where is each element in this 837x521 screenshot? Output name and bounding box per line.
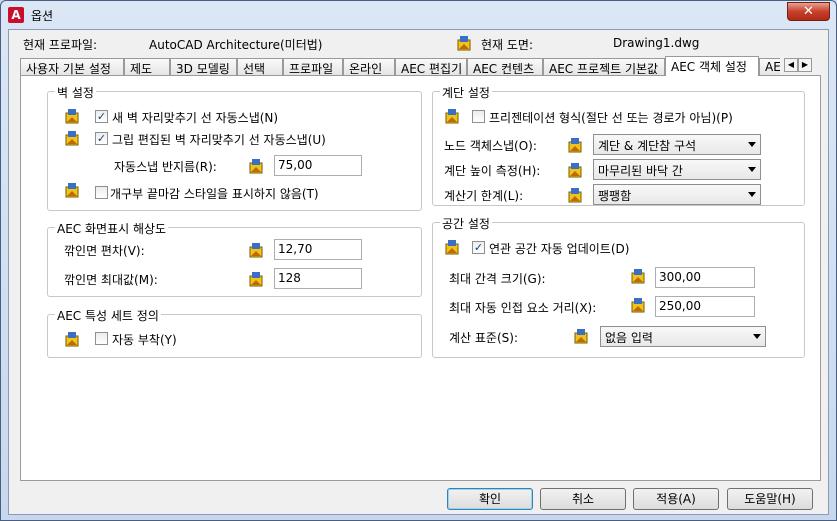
chevron-down-icon bbox=[748, 192, 756, 197]
facet-deviation-input[interactable]: 12,70 bbox=[274, 239, 362, 260]
auto-update-space-label: 연관 공간 자동 업데이트(D) bbox=[489, 242, 630, 256]
opening-endcap-label: 개구부 끝마감 스타일을 표시하지 않음(T) bbox=[110, 187, 319, 201]
drawing-setting-icon bbox=[64, 331, 80, 347]
drawing-setting-icon bbox=[64, 130, 80, 146]
profile-label: 현재 프로파일: bbox=[23, 38, 98, 52]
autosnap-radius-input[interactable]: 75,00 bbox=[274, 155, 362, 176]
tab-user-preferences[interactable]: 사용자 기본 설정 bbox=[20, 58, 124, 76]
tab-aec-content[interactable]: AEC 컨텐츠 bbox=[467, 58, 543, 76]
wall-settings-group: 벽 설정 ✓ 새 벽 자리맞추기 선 자동스냅(N) ✓ 그립 편집된 벽 자리… bbox=[47, 84, 422, 211]
drawing-setting-icon bbox=[573, 328, 589, 344]
facet-max-input[interactable]: 128 bbox=[274, 268, 362, 289]
tab-scroll-left-icon[interactable]: ◀ bbox=[784, 58, 798, 72]
chevron-down-icon bbox=[753, 334, 761, 339]
space-settings-title: 공간 설정 bbox=[440, 215, 492, 232]
chevron-down-icon bbox=[748, 142, 756, 147]
options-dialog: A 옵션 ✕ 현재 프로파일: AutoCAD Architecture(미터법… bbox=[0, 0, 837, 521]
calc-standard-label: 계산 표준(S): bbox=[449, 331, 518, 345]
drawing-setting-icon bbox=[248, 242, 264, 258]
tab-drafting[interactable]: 제도 bbox=[124, 58, 170, 76]
stair-settings-group: 계단 설정 프리젠테이션 형식(절단 선 또는 경로가 아님)(P) 노드 객체… bbox=[432, 84, 805, 206]
calculator-limit-label: 계산기 한계(L): bbox=[444, 189, 524, 203]
drawing-value: Drawing1.dwg bbox=[613, 36, 700, 50]
stair-height-select[interactable]: 마무리된 바닥 간 bbox=[593, 159, 761, 180]
profile-value: AutoCAD Architecture(미터법) bbox=[149, 38, 323, 52]
property-set-title: AEC 특성 세트 정의 bbox=[55, 307, 161, 324]
property-set-group: AEC 특성 세트 정의 자동 부착(Y) bbox=[47, 307, 422, 358]
autosnap-grip-wall-checkbox[interactable]: ✓ bbox=[95, 132, 108, 145]
max-adjacent-input[interactable]: 250,00 bbox=[655, 296, 755, 317]
opening-endcap-checkbox[interactable] bbox=[95, 186, 108, 199]
tab-aec-editor[interactable]: AEC 편집기 bbox=[395, 58, 467, 76]
ok-button[interactable]: 확인 bbox=[447, 488, 533, 510]
auto-attach-checkbox[interactable] bbox=[95, 332, 108, 345]
presentation-format-label: 프리젠테이션 형식(절단 선 또는 경로가 아님)(P) bbox=[489, 111, 733, 125]
drawing-setting-icon bbox=[64, 182, 80, 198]
calculator-limit-value: 팽팽함 bbox=[598, 189, 632, 203]
autosnap-new-wall-checkbox[interactable]: ✓ bbox=[95, 110, 108, 123]
title-bar[interactable]: A 옵션 ✕ bbox=[1, 1, 836, 29]
drawing-icon bbox=[456, 35, 472, 51]
chevron-down-icon bbox=[748, 167, 756, 172]
autocad-app-icon: A bbox=[8, 7, 24, 23]
help-button[interactable]: 도움말(H) bbox=[727, 488, 813, 510]
tab-aec-object-settings[interactable]: AEC 객체 설정 bbox=[665, 56, 759, 76]
dialog-client: 현재 프로파일: AutoCAD Architecture(미터법) 현재 도면… bbox=[8, 29, 829, 515]
facet-max-label: 깎인면 최대값(M): bbox=[64, 273, 158, 287]
max-gap-label: 최대 간격 크기(G): bbox=[449, 272, 546, 286]
tab-online[interactable]: 온라인 bbox=[343, 58, 395, 76]
node-snap-select[interactable]: 계단 & 계단참 구석 bbox=[593, 134, 761, 155]
autosnap-radius-label: 자동스냅 반지름(R): bbox=[114, 160, 217, 174]
stair-settings-title: 계단 설정 bbox=[440, 84, 492, 101]
drawing-label: 현재 도면: bbox=[481, 38, 534, 52]
drawing-setting-icon bbox=[444, 239, 460, 255]
stair-height-label: 계단 높이 측정(H): bbox=[444, 164, 541, 178]
tab-profiles[interactable]: 프로파일 bbox=[283, 58, 343, 76]
drawing-setting-icon bbox=[567, 187, 583, 203]
apply-button[interactable]: 적용(A) bbox=[633, 488, 719, 510]
stair-height-value: 마무리된 바닥 간 bbox=[598, 164, 683, 178]
drawing-setting-icon bbox=[567, 162, 583, 178]
max-gap-input[interactable]: 300,00 bbox=[655, 267, 755, 288]
auto-update-space-checkbox[interactable]: ✓ bbox=[472, 241, 485, 254]
space-settings-group: 공간 설정 ✓ 연관 공간 자동 업데이트(D) 최대 간격 크기(G): 30… bbox=[432, 215, 805, 358]
tab-aec-project-defaults[interactable]: AEC 프로젝트 기본값 bbox=[543, 58, 665, 76]
auto-attach-label: 자동 부착(Y) bbox=[112, 333, 177, 347]
cancel-button[interactable]: 취소 bbox=[540, 488, 626, 510]
drawing-setting-icon bbox=[630, 268, 646, 284]
display-resolution-group: AEC 화면표시 해상도 깎인면 편차(V): 12,70 깎인면 최대값(M)… bbox=[47, 220, 422, 297]
calculator-limit-select[interactable]: 팽팽함 bbox=[593, 184, 761, 205]
node-snap-value: 계단 & 계단참 구석 bbox=[598, 139, 697, 153]
presentation-format-checkbox[interactable] bbox=[472, 110, 485, 123]
autosnap-new-wall-label: 새 벽 자리맞추기 선 자동스냅(N) bbox=[112, 111, 279, 125]
calc-standard-value: 없음 입력 bbox=[605, 331, 653, 345]
max-adjacent-label: 최대 자동 인접 요소 거리(X): bbox=[449, 301, 597, 315]
drawing-setting-icon bbox=[248, 158, 264, 174]
tab-3d-modeling[interactable]: 3D 모델링 bbox=[170, 58, 237, 76]
calc-standard-select[interactable]: 없음 입력 bbox=[600, 326, 766, 347]
drawing-setting-icon bbox=[630, 297, 646, 313]
drawing-setting-icon bbox=[567, 137, 583, 153]
tab-scroll-right-icon[interactable]: ▶ bbox=[798, 58, 812, 72]
drawing-setting-icon bbox=[248, 271, 264, 287]
display-resolution-title: AEC 화면표시 해상도 bbox=[55, 220, 169, 237]
drawing-setting-icon bbox=[444, 108, 460, 124]
tab-page-aec-object-settings: 벽 설정 ✓ 새 벽 자리맞추기 선 자동스냅(N) ✓ 그립 편집된 벽 자리… bbox=[20, 75, 821, 481]
drawing-setting-icon bbox=[64, 108, 80, 124]
wall-settings-title: 벽 설정 bbox=[55, 84, 96, 101]
tab-aec-more[interactable]: AEC bbox=[759, 58, 780, 76]
window-title: 옵션 bbox=[31, 9, 54, 23]
node-snap-label: 노드 객체스냅(O): bbox=[444, 139, 537, 153]
close-button[interactable]: ✕ bbox=[787, 2, 830, 21]
tab-selection[interactable]: 선택 bbox=[237, 58, 283, 76]
autosnap-grip-wall-label: 그립 편집된 벽 자리맞추기 선 자동스냅(U) bbox=[112, 133, 326, 147]
tab-strip: 사용자 기본 설정 제도 3D 모델링 선택 프로파일 온라인 AEC 편집기 … bbox=[20, 56, 780, 76]
facet-deviation-label: 깎인면 편차(V): bbox=[64, 244, 145, 258]
